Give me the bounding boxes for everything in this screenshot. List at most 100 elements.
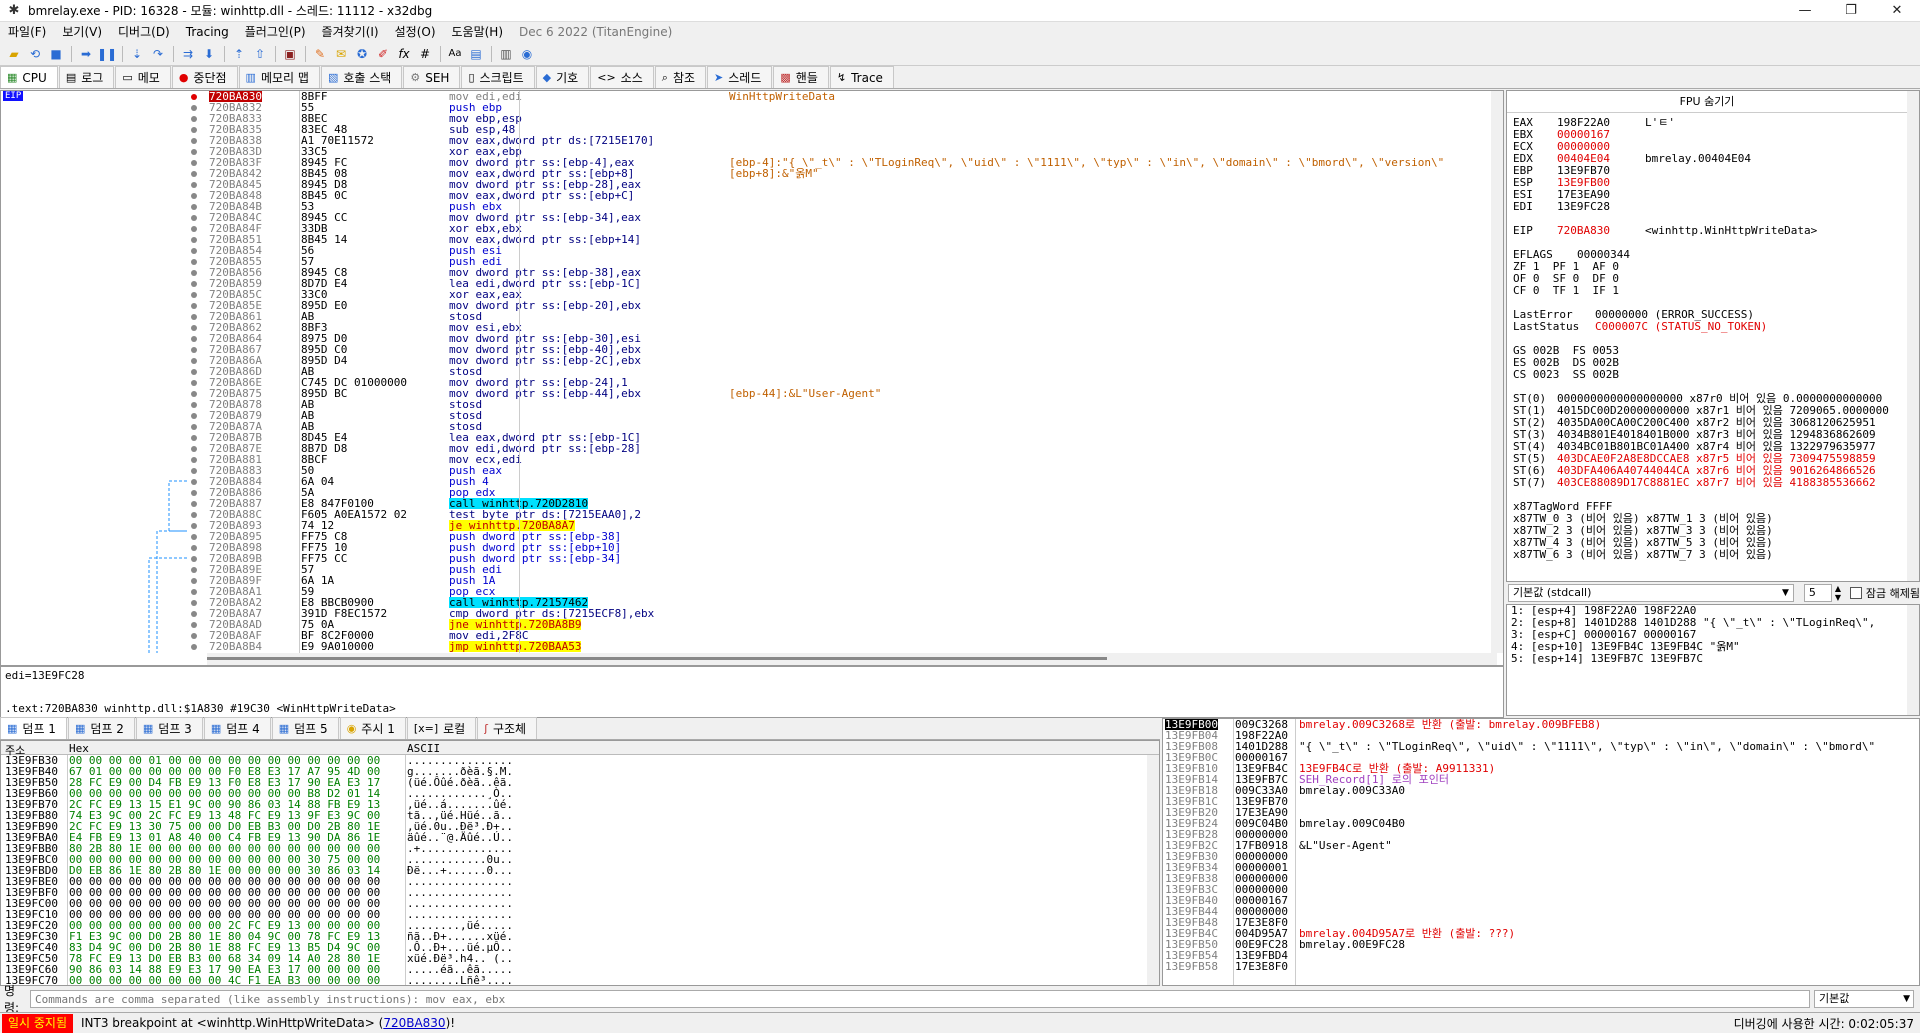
gutter-row[interactable] [1, 212, 207, 223]
arguments-scrollbar[interactable] [1907, 605, 1919, 715]
disasm-row[interactable]: 720BA87A AB stosd [207, 421, 1497, 432]
gutter-row[interactable] [1, 432, 207, 443]
breakpoint-dot-icon[interactable] [191, 105, 197, 111]
breakpoint-dot-icon[interactable] [191, 270, 197, 276]
gutter-row[interactable] [1, 102, 207, 113]
disasm-row[interactable]: 720BA838 A1 70E11572 mov eax,dword ptr ds:… [207, 135, 1497, 146]
dump-scrollbar[interactable] [1147, 755, 1159, 985]
disasm-row[interactable]: 720BA855 57 push edi [207, 256, 1497, 267]
gutter-row[interactable] [1, 245, 207, 256]
disasm-row[interactable]: 720BA84B 53 push ebx [207, 201, 1497, 212]
tab-log[interactable]: ▤ 로그 [58, 66, 115, 88]
gutter-row[interactable] [1, 311, 207, 322]
breakpoint-dot-icon[interactable] [191, 369, 197, 375]
gutter-row[interactable] [1, 300, 207, 311]
gutter-row[interactable] [1, 256, 207, 267]
disasm-row[interactable]: 720BA83F 8945 FC mov dword ptr ss:[ebp-4],… [207, 157, 1497, 168]
trace-over-icon[interactable]: ⬇ [199, 44, 219, 64]
gutter-row[interactable] [1, 586, 207, 597]
status-address-link[interactable]: 720BA830 [383, 1016, 445, 1030]
tab-dump-4[interactable]: ▦ 덤프 4 [203, 717, 271, 739]
registers-scrollbar[interactable] [1907, 91, 1919, 581]
breakpoint-dot-icon[interactable] [191, 281, 197, 287]
disasm-row[interactable]: 720BA895 FF75 C8 push dword ptr ss:[ebp-38… [207, 531, 1497, 542]
disasm-row[interactable]: 720BA884 6A 04 push 4 [207, 476, 1497, 487]
tab-struct[interactable]: ʃ 구조체 [477, 717, 538, 739]
gutter-row[interactable] [1, 454, 207, 465]
disasm-row[interactable]: 720BA833 8BEC mov ebp,esp [207, 113, 1497, 124]
gutter-row[interactable] [1, 355, 207, 366]
arg-count-spinner[interactable]: ▲ ▼ [1832, 584, 1844, 602]
gutter-row[interactable] [1, 608, 207, 619]
restart-icon[interactable]: ⟲ [25, 44, 45, 64]
tab-symbols[interactable]: ◆ 기호 [535, 66, 590, 88]
stop-icon[interactable]: ■ [46, 44, 66, 64]
open-icon[interactable]: ▰ [4, 44, 24, 64]
tab-trace[interactable]: ↯ Trace [829, 66, 894, 88]
breakpoint-dot-icon[interactable] [191, 523, 197, 529]
gutter-row[interactable] [1, 399, 207, 410]
breakpoint-dot-icon[interactable] [191, 94, 197, 100]
bookmarks-icon[interactable]: ✐ [373, 44, 393, 64]
breakpoint-dot-icon[interactable] [191, 424, 197, 430]
spin-up-icon[interactable]: ▲ [1832, 584, 1844, 593]
menu-plugins[interactable]: 플러그인(P) [237, 22, 314, 42]
gutter-row[interactable] [1, 564, 207, 575]
gutter-row[interactable] [1, 575, 207, 586]
globe-icon[interactable]: ◉ [517, 44, 537, 64]
disasm-row[interactable]: 720BA88C F605 A0EA1572 02 test byte ptr ds… [207, 509, 1497, 520]
disasm-row[interactable]: 720BA842 8B45 08 mov eax,dword ptr ss:[ebp… [207, 168, 1497, 179]
tab-threads[interactable]: ➤ 스레드 [707, 66, 773, 88]
breakpoint-dot-icon[interactable] [191, 413, 197, 419]
gutter-row[interactable] [1, 322, 207, 333]
gutter-row[interactable] [1, 597, 207, 608]
tab-cpu[interactable]: ▦ CPU [0, 66, 58, 88]
breakpoint-dot-icon[interactable] [191, 358, 197, 364]
pause-icon[interactable]: ❚❚ [97, 44, 117, 64]
disassembly-scrollbar[interactable] [1491, 91, 1503, 653]
breakpoint-dot-icon[interactable] [191, 149, 197, 155]
dump-view[interactable]: 주소 Hex ASCII 13E9FB30 00 00 00 00 01 00 0… [0, 740, 1160, 986]
tab-dump-1[interactable]: ▦ 덤프 1 [0, 717, 67, 739]
breakpoint-dot-icon[interactable] [191, 215, 197, 221]
spin-down-icon[interactable]: ▼ [1832, 593, 1844, 602]
breakpoint-dot-icon[interactable] [191, 567, 197, 573]
breakpoint-dot-icon[interactable] [191, 435, 197, 441]
disasm-row[interactable]: 720BA89E 57 push edi [207, 564, 1497, 575]
disasm-row[interactable]: 720BA886 5A pop edx [207, 487, 1497, 498]
gutter-row[interactable] [1, 234, 207, 245]
gutter-row[interactable] [1, 344, 207, 355]
arguments-panel[interactable]: 1: [esp+4] 198F22A0 198F22A0 2: [esp+8] 1… [1506, 604, 1920, 716]
gutter-row[interactable] [1, 630, 207, 641]
tab-dump-2[interactable]: ▦ 덤프 2 [67, 717, 135, 739]
tab-breakpoints[interactable]: ● 중단점 [171, 66, 238, 88]
gutter-row[interactable] [1, 498, 207, 509]
breakpoint-dot-icon[interactable] [191, 611, 197, 617]
dump-hex[interactable]: 00 00 00 00 00 00 00 00 4C F1 EA B3 00 0… [69, 975, 380, 985]
disasm-row[interactable]: 720BA84F 33DB xor ebx,ebx [207, 223, 1497, 234]
gutter-row[interactable] [1, 553, 207, 564]
stack-row[interactable]: 13E9FB58 17E3E8F0 [1163, 961, 1919, 972]
breakpoint-dot-icon[interactable] [191, 182, 197, 188]
menu-options[interactable]: 설정(O) [387, 22, 444, 42]
breakpoint-dot-icon[interactable] [191, 160, 197, 166]
registers-panel[interactable]: FPU 숨기기 EAX 198F22A0 L'ㅌ' EBX 00000167 ECX 000… [1506, 90, 1920, 582]
breakpoint-dot-icon[interactable] [191, 314, 197, 320]
hash-icon[interactable]: # [415, 44, 435, 64]
gutter-row[interactable] [1, 619, 207, 630]
disasm-row[interactable]: 720BA862 8BF3 mov esi,ebx [207, 322, 1497, 333]
disasm-row[interactable]: 720BA879 AB stosd [207, 410, 1497, 421]
breakpoint-dot-icon[interactable] [191, 336, 197, 342]
breakpoint-dot-icon[interactable] [191, 347, 197, 353]
breakpoint-dot-icon[interactable] [191, 457, 197, 463]
disassembly-hscrollbar[interactable] [207, 653, 1497, 665]
gutter-row[interactable] [1, 168, 207, 179]
gutter-row[interactable] [1, 146, 207, 157]
disasm-row[interactable]: 720BA864 8975 D0 mov dword ptr ss:[ebp-30]… [207, 333, 1497, 344]
disasm-row[interactable]: 720BA8A2 E8 BBCB0900 call winhttp.72157462 [207, 597, 1497, 608]
tab-handles[interactable]: ▩ 핸들 [773, 66, 829, 88]
gutter-row[interactable] [1, 531, 207, 542]
gutter-row[interactable] [1, 520, 207, 531]
argument-line[interactable]: 5: [esp+14] 13E9FB7C 13E9FB7C [1507, 653, 1919, 665]
minimize-button[interactable]: — [1782, 0, 1828, 22]
